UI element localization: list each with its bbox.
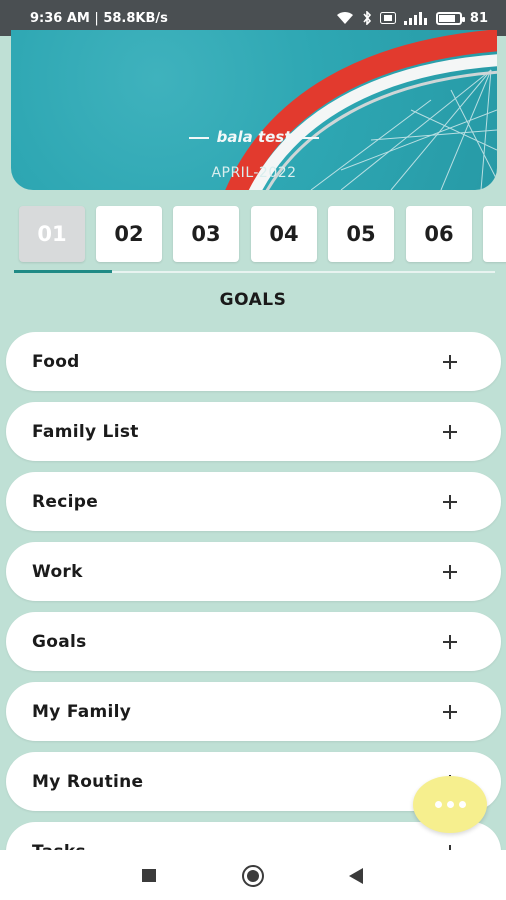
day-tab-02[interactable]: 02 (96, 206, 162, 262)
more-options-fab[interactable] (413, 776, 487, 833)
signal-icon (403, 11, 428, 25)
title-dash-right (299, 136, 320, 139)
status-time: 9:36 AM (30, 10, 90, 26)
list-item-family-list[interactable]: Family List (6, 402, 501, 461)
plus-icon[interactable] (443, 704, 457, 719)
battery-icon (435, 11, 465, 25)
day-tab-06[interactable]: 06 (406, 206, 472, 262)
more-dots-icon (434, 801, 442, 808)
banner-title-text: bala test (216, 128, 292, 146)
status-separator: | (94, 10, 99, 26)
plus-icon[interactable] (443, 634, 457, 649)
list-item-recipe[interactable]: Recipe (6, 472, 501, 531)
plus-icon[interactable] (443, 494, 457, 509)
list-item-label: Work (32, 561, 83, 582)
recents-icon[interactable] (142, 869, 156, 882)
day-tab-04[interactable]: 04 (251, 206, 317, 262)
title-dash-left (188, 136, 209, 139)
bluetooth-icon (362, 11, 372, 25)
system-nav-bar (0, 850, 506, 900)
section-heading: GOALS (219, 290, 287, 310)
list-item-goals[interactable]: Goals (6, 612, 501, 671)
day-tab-03[interactable]: 03 (173, 206, 239, 262)
list-item-my-family[interactable]: My Family (6, 682, 501, 741)
list-item-label: Goals (32, 631, 87, 652)
battery-level (438, 14, 455, 22)
day-tab-partial[interactable] (483, 206, 506, 262)
home-icon[interactable] (242, 865, 264, 887)
plus-icon[interactable] (443, 354, 457, 369)
month-banner: bala test APRIL-2022 (11, 30, 497, 190)
plus-icon[interactable] (443, 424, 457, 439)
day-tab-01[interactable]: 01 (19, 206, 85, 262)
status-left: 9:36 AM | 58.8KB/s (30, 11, 168, 26)
back-icon[interactable] (349, 868, 363, 884)
banner-title: bala test (11, 128, 497, 146)
goals-list[interactable]: Food Family List Recipe Work Goals My Fa… (0, 332, 506, 850)
battery-percent: 81 (469, 10, 488, 26)
day-tab-strip[interactable]: 01 02 03 04 05 06 (0, 203, 506, 265)
status-right: 81 (336, 11, 488, 26)
plus-icon[interactable] (443, 564, 457, 579)
network-speed: 58.8KB/s (103, 10, 168, 26)
list-item-food[interactable]: Food (6, 332, 501, 391)
list-item-work[interactable]: Work (6, 542, 501, 601)
list-item-label: Recipe (32, 491, 99, 512)
more-dots-icon (446, 801, 454, 808)
list-item-label: Family List (32, 421, 139, 442)
wifi-icon (336, 11, 354, 25)
list-item-label: My Family (32, 701, 132, 722)
banner-date: APRIL-2022 (211, 165, 297, 181)
day-tab-05[interactable]: 05 (328, 206, 394, 262)
list-item-label: My Routine (32, 771, 144, 792)
list-item-label: Food (32, 351, 80, 372)
volte-icon (379, 12, 396, 24)
more-dots-icon (458, 801, 466, 808)
tab-selected-indicator (14, 270, 112, 273)
list-item-label: Tasks (32, 842, 86, 851)
